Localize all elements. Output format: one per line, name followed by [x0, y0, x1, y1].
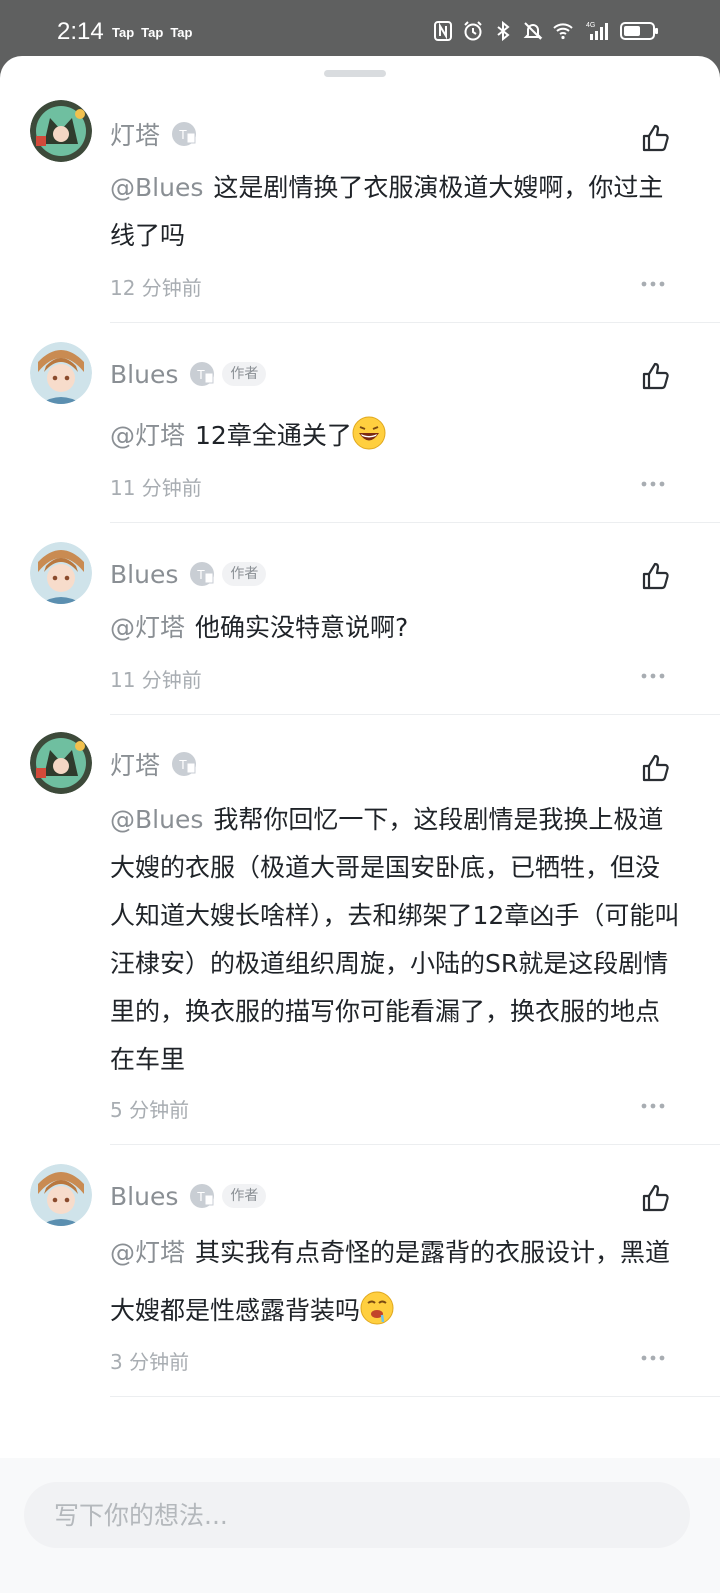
author-name[interactable]: Blues: [110, 1182, 178, 1211]
svg-text:T: T: [197, 1189, 205, 1204]
author-name[interactable]: 灯塔: [110, 746, 160, 782]
comment-time: 11 分钟前: [110, 668, 202, 692]
svg-text:T: T: [179, 757, 187, 772]
comment-time: 11 分钟前: [110, 476, 202, 500]
status-bar: 2:14 Tap Tap Tap 4G: [0, 0, 720, 64]
like-button-icon[interactable]: [640, 560, 672, 592]
author-row: 灯塔 T: [110, 748, 204, 780]
signal-icon: 4G: [586, 22, 608, 40]
avatar[interactable]: [30, 342, 92, 404]
drooling-emoji-icon: [360, 1291, 394, 1325]
avatar[interactable]: [30, 732, 92, 794]
author-tag-badge: 作者: [222, 362, 267, 386]
level-badge-icon: T: [172, 122, 197, 146]
mention-link[interactable]: @灯塔: [110, 421, 185, 450]
like-button-icon[interactable]: [640, 360, 672, 392]
comment-body: @灯塔 12章全通关了: [110, 412, 680, 460]
mention-link[interactable]: @Blues: [110, 173, 203, 202]
mute-icon: [523, 22, 543, 40]
author-row: Blues T 作者: [110, 358, 267, 390]
like-button-icon[interactable]: [640, 122, 672, 154]
level-badge-icon: T: [190, 1184, 215, 1208]
more-options-icon[interactable]: [640, 480, 666, 488]
author-name[interactable]: Blues: [110, 560, 178, 589]
comment-sheet: 灯塔 T @Blues 这是剧情换了衣服演极道大嫂啊，你过主线了吗 12 分钟前 …: [0, 56, 720, 1593]
level-badge-icon: T: [172, 752, 197, 776]
avatar[interactable]: [30, 542, 92, 604]
tap-notification-icon: Tap: [141, 25, 164, 40]
bluetooth-icon: [497, 20, 510, 42]
svg-text:T: T: [197, 367, 205, 382]
more-options-icon[interactable]: [640, 280, 666, 288]
more-options-icon[interactable]: [640, 1102, 666, 1110]
comment-body: @灯塔 其实我有点奇怪的是露背的衣服设计，黑道大嫂都是性感露背装吗: [110, 1224, 680, 1340]
alarm-icon: [464, 21, 482, 41]
status-app-notifications: Tap Tap Tap: [112, 25, 199, 40]
like-button-icon[interactable]: [640, 752, 672, 784]
level-badge-icon: T: [190, 562, 215, 586]
author-row: Blues T 作者: [110, 558, 267, 590]
comment-input[interactable]: [24, 1482, 690, 1548]
level-badge-icon: T: [190, 362, 215, 386]
comment-text: 他确实没特意说啊?: [195, 613, 409, 642]
author-tag-badge: 作者: [222, 1184, 267, 1208]
divider: [110, 714, 720, 715]
battery-icon: [620, 22, 658, 40]
tap-notification-icon: Tap: [112, 25, 135, 40]
comment-time: 3 分钟前: [110, 1350, 190, 1374]
svg-text:T: T: [179, 127, 187, 142]
nfc-icon: [434, 21, 452, 41]
author-name[interactable]: Blues: [110, 360, 178, 389]
author-tag-badge: 作者: [222, 562, 267, 586]
divider: [110, 522, 720, 523]
comment-body: @Blues 这是剧情换了衣服演极道大嫂啊，你过主线了吗: [110, 164, 680, 260]
like-button-icon[interactable]: [640, 1182, 672, 1214]
svg-text:T: T: [197, 567, 205, 582]
author-row: Blues T 作者: [110, 1180, 267, 1212]
status-time: 2:14: [57, 18, 104, 45]
svg-text:4G: 4G: [586, 22, 595, 29]
more-options-icon[interactable]: [640, 1354, 666, 1362]
comment-body: @灯塔 他确实没特意说啊?: [110, 604, 680, 652]
comment-time: 5 分钟前: [110, 1098, 190, 1122]
comment-text: 12章全通关了: [195, 421, 352, 450]
avatar[interactable]: [30, 100, 92, 162]
sheet-drag-handle[interactable]: [324, 70, 386, 77]
divider: [110, 1144, 720, 1145]
divider: [110, 322, 720, 323]
comment-time: 12 分钟前: [110, 276, 202, 300]
author-name[interactable]: 灯塔: [110, 116, 160, 152]
mention-link[interactable]: @Blues: [110, 805, 203, 834]
wifi-icon: [553, 23, 573, 40]
status-icons: 4G: [432, 20, 660, 42]
tap-notification-icon: Tap: [170, 25, 193, 40]
grinning-emoji-icon: [352, 416, 386, 450]
comment-composer: [0, 1458, 720, 1593]
divider: [110, 1396, 720, 1397]
more-options-icon[interactable]: [640, 672, 666, 680]
mention-link[interactable]: @灯塔: [110, 613, 185, 642]
mention-link[interactable]: @灯塔: [110, 1238, 185, 1267]
comment-text: 我帮你回忆一下，这段剧情是我换上极道大嫂的衣服（极道大哥是国安卧底，已牺牲，但没…: [110, 805, 680, 1074]
avatar[interactable]: [30, 1164, 92, 1226]
author-row: 灯塔 T: [110, 118, 204, 150]
comment-body: @Blues 我帮你回忆一下，这段剧情是我换上极道大嫂的衣服（极道大哥是国安卧底，…: [110, 796, 680, 1084]
